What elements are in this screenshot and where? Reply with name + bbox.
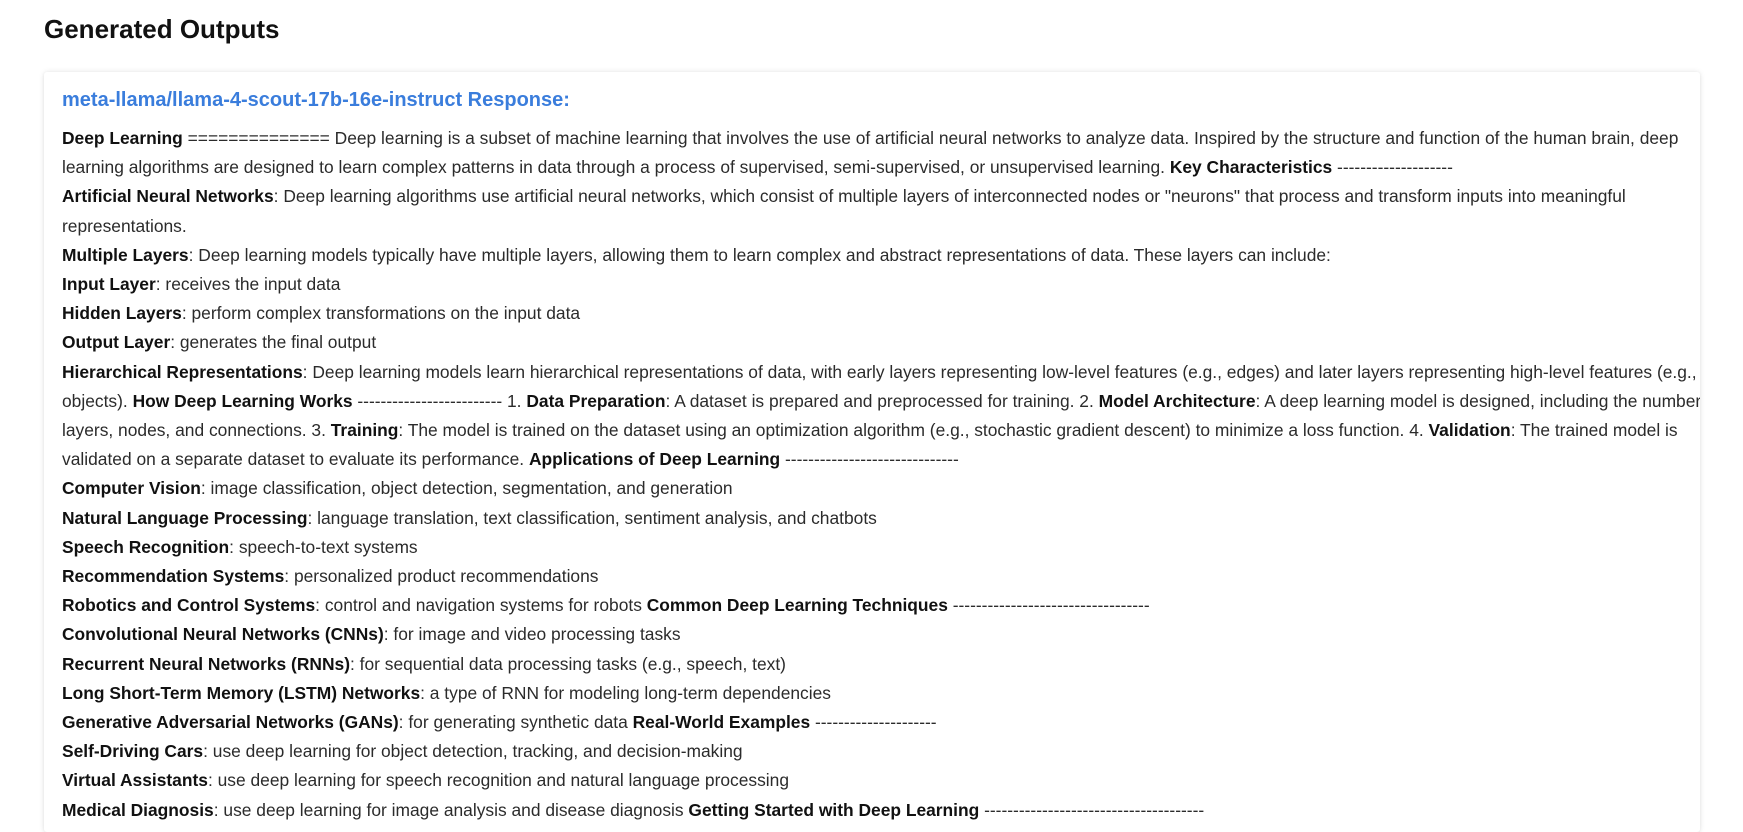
paragraph-text: ------------------------- 1. [352,390,527,411]
bold-term: Input Layer [62,274,156,295]
response-paragraph: Multiple Layers: Deep learning models ty… [62,241,1700,270]
paragraph-text: : for generating synthetic data [398,712,633,733]
response-paragraph: Natural Language Processing: language tr… [62,504,1700,533]
response-paragraph: Long Short-Term Memory (LSTM) Networks: … [62,679,1700,708]
bold-term: Long Short-Term Memory (LSTM) Networks [62,682,421,703]
response-paragraph: Convolutional Neural Networks (CNNs): fo… [62,620,1700,649]
paragraph-text: : generates the final output [170,332,377,353]
paragraph-text: : a type of RNN for modeling long-term d… [420,682,831,703]
bold-term: Recommendation Systems [62,566,285,587]
paragraph-text: : use deep learning for speech recogniti… [207,770,790,791]
paragraph-text: : use deep learning for object detection… [203,741,743,762]
page-title: Generated Outputs [44,14,280,44]
bold-term: Recurrent Neural Networks (RNNs) [62,653,350,674]
paragraph-text: ------------------------------ [780,449,959,470]
response-paragraph: Robotics and Control Systems: control an… [62,591,1700,620]
bold-term: Natural Language Processing [62,507,308,528]
paragraph-text: : speech-to-text systems [229,536,418,557]
bold-term: Artificial Neural Networks [62,186,274,207]
bold-term: Real-World Examples [632,712,811,733]
bold-term: How Deep Learning Works [132,390,353,411]
response-paragraph: Recurrent Neural Networks (RNNs): for se… [62,650,1700,679]
paragraph-text: -------------------- [1332,157,1453,178]
response-paragraph: Self-Driving Cars: use deep learning for… [62,737,1700,766]
response-paragraph: Medical Diagnosis: use deep learning for… [62,796,1700,825]
bold-term: Robotics and Control Systems [62,595,316,616]
response-title: meta-llama/llama-4-scout-17b-16e-instruc… [62,89,570,111]
bold-term: Computer Vision [62,478,201,499]
bold-term: Self-Driving Cars [62,741,204,762]
bold-term: Key Characteristics [1169,157,1333,178]
response-paragraph: Input Layer: receives the input data [62,270,1700,299]
response-paragraph: Output Layer: generates the final output [62,328,1700,357]
bold-term: Virtual Assistants [62,770,208,791]
response-paragraph: Virtual Assistants: use deep learning fo… [62,766,1700,795]
bold-term: Model Architecture [1098,390,1256,411]
bold-term: Hierarchical Representations [62,361,303,382]
paragraph-text: : A dataset is prepared and preprocessed… [665,390,1099,411]
bold-term: Hidden Layers [62,303,182,324]
response-paragraph: Speech Recognition: speech-to-text syste… [62,533,1700,562]
bold-term: Medical Diagnosis [62,799,214,820]
paragraph-text: : for image and video processing tasks [383,624,681,645]
bold-term: Data Preparation [526,390,666,411]
response-paragraph: Computer Vision: image classification, o… [62,474,1700,503]
bold-term: Training [330,420,399,441]
paragraph-text: : Deep learning models typically have mu… [188,244,1331,265]
bold-term: Validation [1428,420,1511,441]
bold-term: Convolutional Neural Networks (CNNs) [62,624,384,645]
paragraph-text: --------------------- [810,712,937,733]
bold-term: Multiple Layers [62,244,189,265]
response-body: Deep Learning ============== Deep learni… [62,124,1700,825]
response-card: meta-llama/llama-4-scout-17b-16e-instruc… [44,72,1700,832]
paragraph-text: : perform complex transformations on the… [181,303,581,324]
bold-term: Common Deep Learning Techniques [646,595,948,616]
paragraph-text: -------------------------------------- [979,799,1205,820]
bold-term: Output Layer [62,332,171,353]
paragraph-text: ---------------------------------- [947,595,1150,616]
paragraph-text: : use deep learning for image analysis a… [213,799,689,820]
paragraph-text: : language translation, text classificat… [307,507,877,528]
paragraph-text: : image classification, object detection… [200,478,733,499]
paragraph-text: : The model is trained on the dataset us… [398,420,1429,441]
response-paragraph: Deep Learning ============== Deep learni… [62,124,1700,182]
paragraph-text: : personalized product recommendations [284,566,599,587]
bold-term: Applications of Deep Learning [528,449,781,470]
bold-term: Speech Recognition [62,536,230,557]
response-paragraph: Hidden Layers: perform complex transform… [62,299,1700,328]
paragraph-text: : control and navigation systems for rob… [315,595,647,616]
response-paragraph: Generative Adversarial Networks (GANs): … [62,708,1700,737]
bold-term: Generative Adversarial Networks (GANs) [62,712,399,733]
response-paragraph: Hierarchical Representations: Deep learn… [62,358,1700,475]
paragraph-text: : Deep learning algorithms use artificia… [62,186,1626,236]
bold-term: Getting Started with Deep Learning [688,799,980,820]
bold-term: Deep Learning [62,128,183,148]
paragraph-text: : receives the input data [155,274,341,295]
response-paragraph: Artificial Neural Networks: Deep learnin… [62,182,1700,240]
paragraph-text: : for sequential data processing tasks (… [349,653,786,674]
response-paragraph: Recommendation Systems: personalized pro… [62,562,1700,591]
